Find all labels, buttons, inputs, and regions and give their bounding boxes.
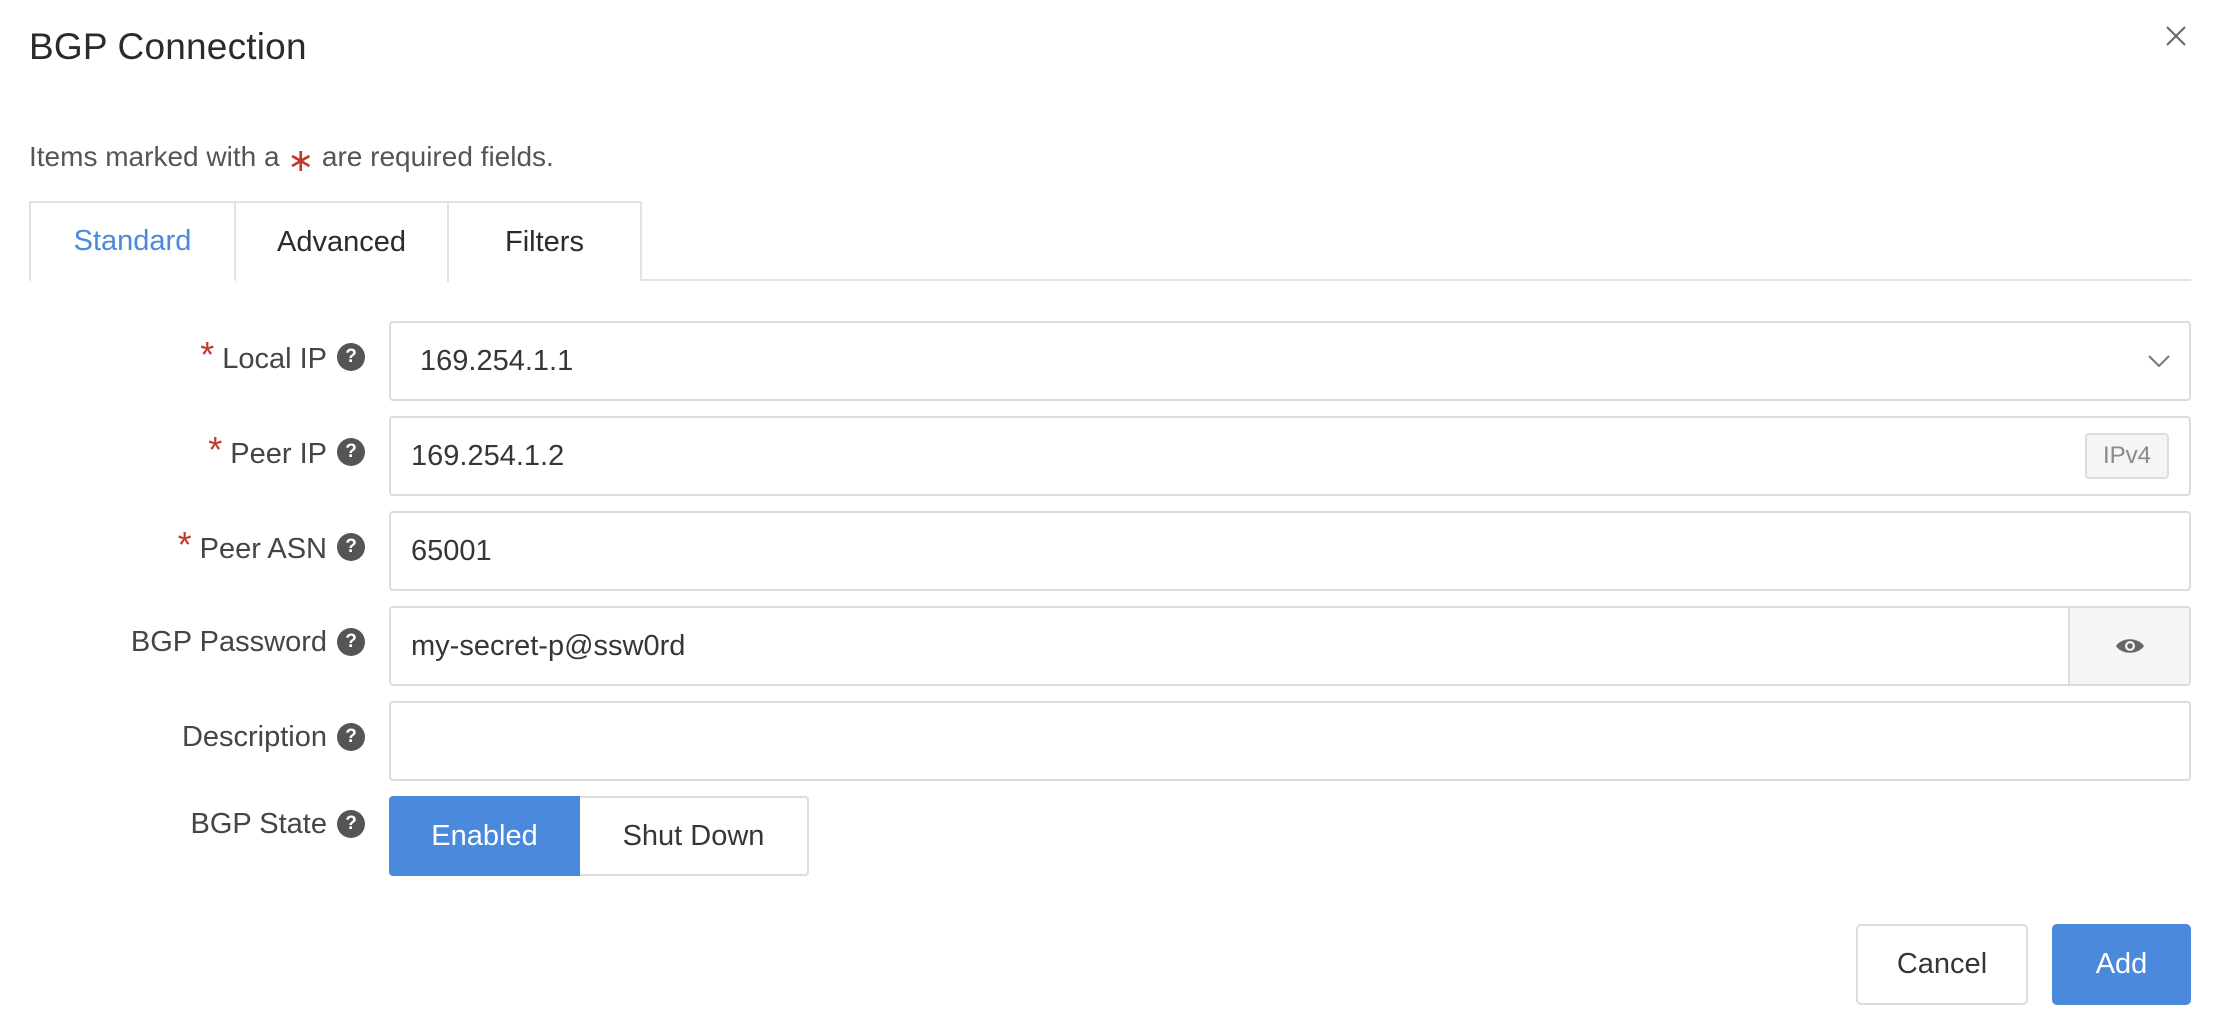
peer-ip-label-text: Peer IP bbox=[230, 437, 327, 470]
help-icon[interactable]: ? bbox=[337, 533, 365, 561]
help-icon[interactable]: ? bbox=[337, 810, 365, 838]
bgp-password-field bbox=[389, 606, 2191, 686]
bgp-state-toggle: Enabled Shut Down bbox=[389, 796, 809, 876]
tab-bar: Standard Advanced Filters bbox=[29, 201, 2191, 282]
local-ip-label: * Local IP bbox=[200, 334, 327, 380]
help-icon[interactable]: ? bbox=[337, 438, 365, 466]
required-fields-note: Items marked with a ∗ are required field… bbox=[29, 136, 554, 178]
dialog-title: BGP Connection bbox=[29, 26, 307, 67]
required-marker: * bbox=[200, 334, 215, 375]
bgp-state-label: BGP State bbox=[191, 808, 328, 841]
bgp-password-input[interactable] bbox=[391, 608, 2068, 684]
show-password-button[interactable] bbox=[2068, 608, 2189, 684]
bgp-password-label-text: BGP Password bbox=[130, 626, 327, 658]
chevron-down-icon bbox=[2129, 323, 2189, 399]
close-icon bbox=[2166, 26, 2186, 46]
required-star-icon: ∗ bbox=[287, 142, 315, 178]
local-ip-label-text: Local IP bbox=[222, 342, 327, 375]
required-marker: * bbox=[208, 429, 223, 470]
required-note-prefix: Items marked with a bbox=[29, 141, 280, 172]
bgp-state-label-text: BGP State bbox=[190, 808, 328, 840]
add-button[interactable]: Add bbox=[2052, 924, 2191, 1005]
tab-standard[interactable]: Standard bbox=[29, 201, 236, 282]
description-label: Description bbox=[182, 721, 327, 754]
ipv4-badge: IPv4 bbox=[2084, 433, 2169, 479]
description-input[interactable] bbox=[391, 703, 2189, 779]
bgp-state-shutdown-button[interactable]: Shut Down bbox=[580, 796, 809, 876]
help-icon[interactable]: ? bbox=[337, 723, 365, 751]
cancel-button[interactable]: Cancel bbox=[1856, 924, 2028, 1005]
required-note-suffix: are required fields. bbox=[321, 141, 554, 172]
required-marker: * bbox=[177, 524, 192, 565]
help-icon[interactable]: ? bbox=[337, 343, 365, 371]
peer-asn-input[interactable] bbox=[391, 513, 2189, 589]
local-ip-value: 169.254.1.1 bbox=[420, 344, 574, 377]
help-icon[interactable]: ? bbox=[337, 628, 365, 656]
bgp-state-enabled-button[interactable]: Enabled bbox=[389, 796, 580, 876]
peer-asn-field bbox=[389, 511, 2191, 591]
peer-asn-label: * Peer ASN bbox=[178, 524, 327, 570]
tab-advanced[interactable]: Advanced bbox=[236, 201, 449, 282]
peer-ip-label: * Peer IP bbox=[208, 429, 327, 475]
bgp-password-label: BGP Password bbox=[131, 626, 327, 659]
description-label-text: Description bbox=[181, 721, 327, 753]
eye-icon bbox=[2115, 639, 2144, 653]
peer-ip-input[interactable] bbox=[391, 418, 2085, 494]
close-button[interactable] bbox=[2160, 20, 2192, 52]
peer-asn-label-text: Peer ASN bbox=[199, 532, 327, 565]
tab-filters[interactable]: Filters bbox=[449, 201, 642, 281]
description-field bbox=[389, 701, 2191, 781]
local-ip-select[interactable]: 169.254.1.1 bbox=[389, 321, 2191, 401]
peer-ip-field: IPv4 bbox=[389, 416, 2191, 496]
bgp-connection-dialog: BGP Connection Items marked with a ∗ are… bbox=[0, 0, 2218, 1026]
